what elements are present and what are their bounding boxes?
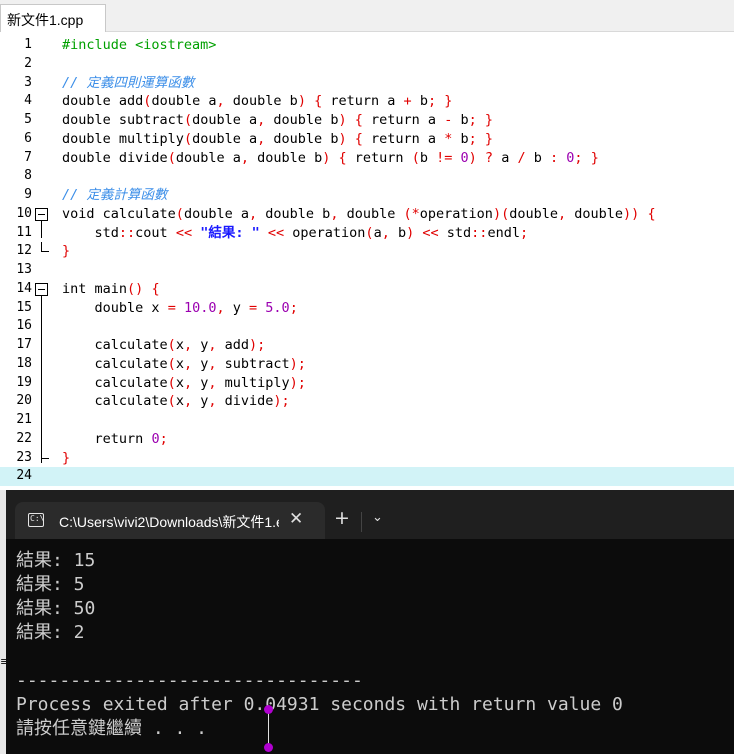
code-line: 18 calculate(x, y, subtract); xyxy=(0,355,734,374)
line-number: 22 xyxy=(16,430,32,446)
code-text: double multiply(double a, double b) { re… xyxy=(62,130,494,147)
line-number: 8 xyxy=(24,168,32,184)
code-text: calculate(x, y, divide); xyxy=(62,393,290,410)
code-line: 17 calculate(x, y, add); xyxy=(0,336,734,355)
output-line: 結果: 2 xyxy=(16,622,85,643)
line-number: 5 xyxy=(24,112,32,127)
fold-toggle-icon[interactable] xyxy=(35,282,48,296)
code-line: 5 double subtract(double a, double b) { … xyxy=(0,111,734,130)
line-number: 24 xyxy=(16,468,32,484)
code-text: } xyxy=(62,449,71,466)
line-number: 6 xyxy=(24,130,32,146)
code-line: 6 double multiply(double a, double b) { … xyxy=(0,130,734,149)
press-any-key-prompt: 請按任意鍵繼續 . . . xyxy=(16,718,208,739)
code-text: void calculate(double a, double b, doubl… xyxy=(62,205,656,222)
line-number: 23 xyxy=(16,449,32,465)
code-text: double x = 10.0, y = 5.0; xyxy=(94,299,298,316)
code-line: 12 } xyxy=(0,242,734,261)
line-number: 4 xyxy=(24,93,32,109)
line-number: 1 xyxy=(24,37,32,52)
fold-end-marker xyxy=(41,242,49,253)
code-comment: // 定義計算函數 xyxy=(62,187,168,203)
code-text: calculate(x, y, multiply); xyxy=(62,374,306,391)
code-text: int main() { xyxy=(62,280,160,297)
titlebar-divider xyxy=(361,512,362,532)
close-tab-icon[interactable]: ✕ xyxy=(289,509,303,529)
code-text: double divide(double a, double b) { retu… xyxy=(62,149,599,166)
code-text: std::cout << "結果: " << operation(a, b) <… xyxy=(62,224,529,241)
console-titlebar: C:\ C:\Users\vivi2\Downloads\新文件1.exe ✕ … xyxy=(6,490,734,539)
file-tab-label: 新文件1.cpp xyxy=(7,12,84,28)
code-text: calculate(x, y, add); xyxy=(62,337,266,353)
code-line: 16 xyxy=(0,317,734,336)
code-text: } xyxy=(62,243,71,260)
code-line: 21 xyxy=(0,411,734,430)
code-line: 14 int main() { xyxy=(0,280,734,299)
code-line: 9 // 定義計算函數 xyxy=(0,186,734,205)
code-line: 22 return 0; xyxy=(0,430,734,449)
code-line: 8 xyxy=(0,167,734,186)
code-text: double add(double a, double b) { return … xyxy=(62,93,453,110)
code-line: 11 std::cout << "結果: " << operation(a, b… xyxy=(0,224,734,243)
line-number: 17 xyxy=(16,337,32,352)
new-tab-button[interactable]: + xyxy=(334,507,350,529)
line-number: 13 xyxy=(16,262,32,277)
selection-handle-icon[interactable] xyxy=(264,705,273,714)
line-number: 21 xyxy=(16,412,32,427)
code-line: 19 calculate(x, y, multiply); xyxy=(0,374,734,393)
fold-end-marker xyxy=(41,448,49,459)
line-number: 19 xyxy=(16,374,32,390)
code-text: double subtract(double a, double b) { re… xyxy=(62,112,494,128)
code-line: 3 // 定義四則運算函數 xyxy=(0,74,734,93)
code-line: 13 xyxy=(0,261,734,280)
chevron-down-icon[interactable]: ⌄ xyxy=(372,510,383,525)
code-text: #include <iostream> xyxy=(62,37,217,53)
editor-tabbar: 新文件1.cpp xyxy=(0,0,734,32)
line-number: 15 xyxy=(16,299,32,315)
line-number: 7 xyxy=(24,149,32,165)
line-number: 14 xyxy=(16,280,32,296)
line-number: 9 xyxy=(24,187,32,202)
code-comment: // 定義四則運算函數 xyxy=(62,74,195,91)
code-line: 4 double add(double a, double b) { retur… xyxy=(0,92,734,111)
output-line: 結果: 15 xyxy=(16,550,96,571)
line-number: 18 xyxy=(16,355,32,371)
output-line: 結果: 50 xyxy=(16,598,96,619)
line-number: 2 xyxy=(24,55,32,71)
fold-toggle-icon[interactable] xyxy=(35,207,48,221)
line-number: 11 xyxy=(16,224,32,240)
separator-line: -------------------------------- xyxy=(16,670,363,691)
code-line: 23 } xyxy=(0,448,734,468)
code-editor[interactable]: 新文件1.cpp 1 #include <iostream> 2 3 // 定義… xyxy=(0,0,734,490)
console-tab[interactable]: C:\ C:\Users\vivi2\Downloads\新文件1.exe ✕ xyxy=(15,502,325,539)
selection-handle-icon[interactable] xyxy=(264,743,273,752)
line-number: 16 xyxy=(16,318,32,334)
file-tab[interactable]: 新文件1.cpp xyxy=(0,4,106,32)
code-line: 2 xyxy=(0,55,734,74)
line-number: 3 xyxy=(24,74,32,90)
text-cursor xyxy=(268,711,269,747)
current-line[interactable]: 24 xyxy=(0,467,734,486)
console-output[interactable]: 結果: 15 結果: 5 結果: 50 結果: 2 --------------… xyxy=(6,539,734,754)
code-area[interactable]: 1 #include <iostream> 2 3 // 定義四則運算函數 4 … xyxy=(0,34,734,490)
cmd-prompt-icon: C:\ xyxy=(28,513,44,527)
process-exit-message: Process exited after 0.04931 seconds wit… xyxy=(16,694,623,715)
line-number: 12 xyxy=(16,243,32,259)
console-tab-title: C:\Users\vivi2\Downloads\新文件1.exe xyxy=(59,514,279,530)
code-line: 7 double divide(double a, double b) { re… xyxy=(0,149,734,168)
code-line: 1 #include <iostream> xyxy=(0,36,734,55)
code-text: return 0; xyxy=(94,430,168,447)
line-number: 10 xyxy=(16,205,32,221)
code-line: 15 double x = 10.0, y = 5.0; xyxy=(0,299,734,318)
code-line: 10 void calculate(double a, double b, do… xyxy=(0,205,734,224)
code-line: 20 calculate(x, y, divide); xyxy=(0,392,734,411)
code-text: calculate(x, y, subtract); xyxy=(62,355,306,372)
line-number: 20 xyxy=(16,393,32,409)
output-line: 結果: 5 xyxy=(16,574,85,595)
